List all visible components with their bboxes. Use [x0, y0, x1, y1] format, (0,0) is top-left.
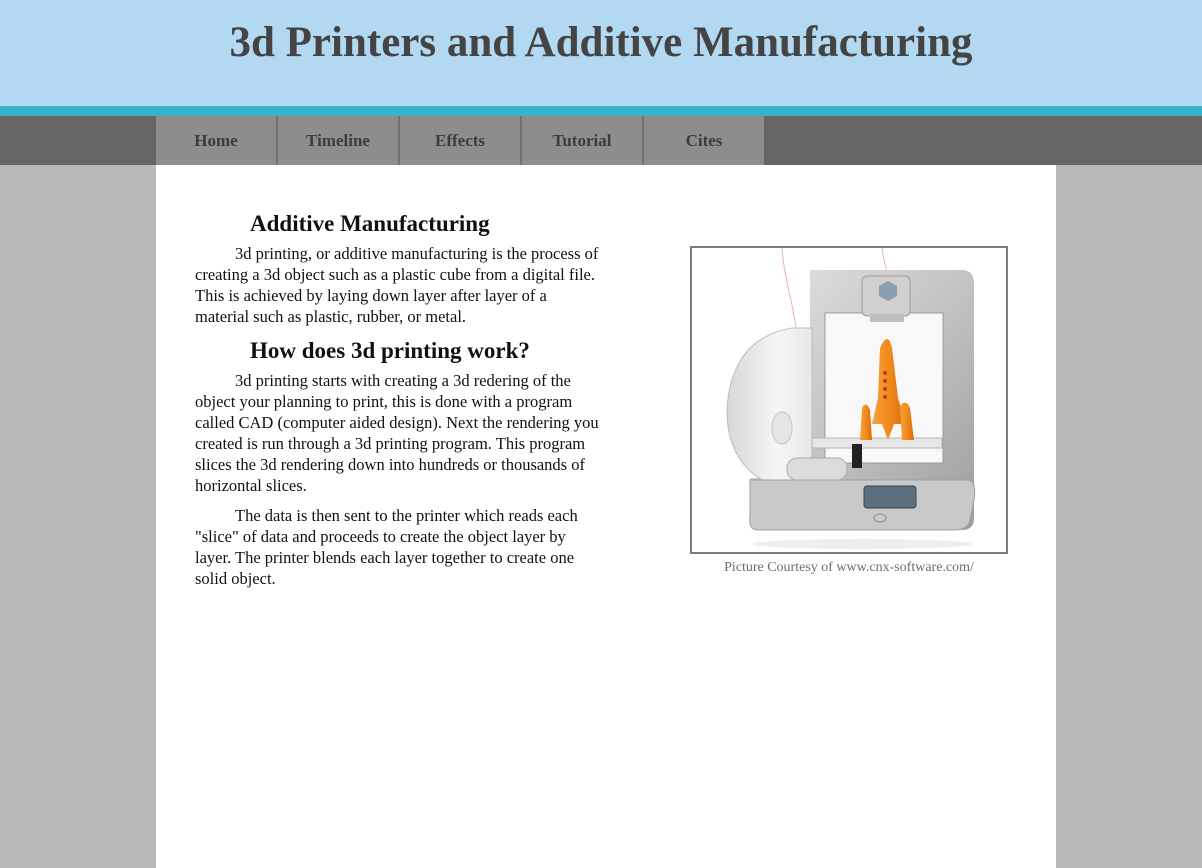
paragraph-how: 3d printing starts with creating a 3d re…: [195, 371, 599, 495]
printer-figure: Picture Courtesy of www.cnx-software.com…: [690, 246, 1008, 576]
nav-item-tutorial[interactable]: Tutorial: [522, 116, 644, 165]
3d-printer-icon: [692, 248, 1006, 552]
3d-printer-image: [690, 246, 1008, 554]
page-title: 3d Printers and Additive Manufacturing: [229, 19, 973, 66]
main-nav: Home Timeline Effects Tutorial Cites: [0, 116, 1202, 165]
article-text: Additive Manufacturing 3d printing, or a…: [195, 209, 600, 598]
figure-caption: Picture Courtesy of www.cnx-software.com…: [724, 560, 974, 575]
header-stripe: [0, 106, 1202, 116]
nav-item-effects[interactable]: Effects: [400, 116, 522, 165]
main-content: Additive Manufacturing 3d printing, or a…: [156, 165, 1056, 868]
section-heading-additive: Additive Manufacturing: [250, 211, 490, 236]
nav-item-cites[interactable]: Cites: [644, 116, 764, 165]
nav-item-home[interactable]: Home: [156, 116, 278, 165]
site-header: 3d Printers and Additive Manufacturing: [0, 0, 1202, 106]
section-heading-how: How does 3d printing work?: [250, 338, 530, 363]
paragraph-intro: 3d printing, or additive manufacturing i…: [195, 244, 599, 326]
paragraph-data: The data is then sent to the printer whi…: [195, 506, 578, 588]
nav-item-timeline[interactable]: Timeline: [278, 116, 400, 165]
nav-list: Home Timeline Effects Tutorial Cites: [156, 116, 764, 165]
